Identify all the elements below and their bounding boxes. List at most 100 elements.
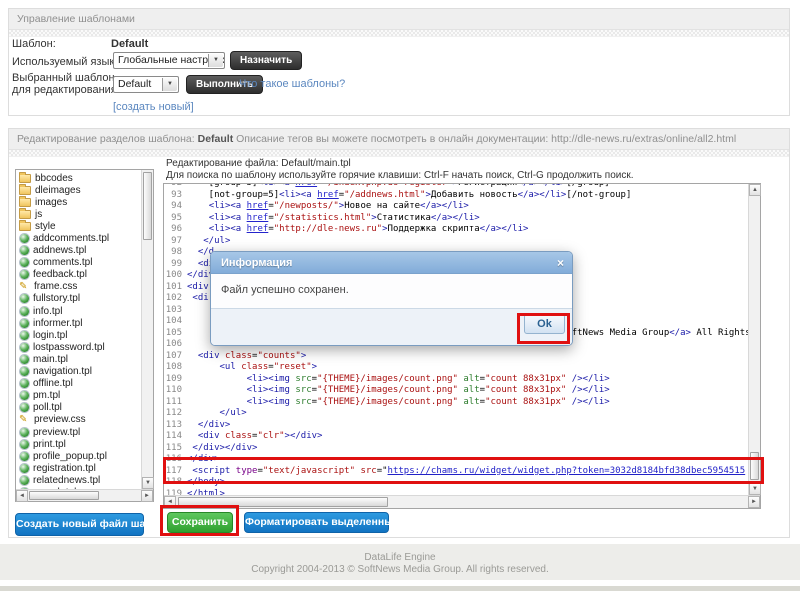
code-line[interactable]: 112 </ul> — [164, 408, 748, 420]
file-item[interactable]: relatednews.tpl — [19, 474, 141, 486]
selected-template-select[interactable]: Default ▼ — [113, 76, 179, 93]
scroll-left-icon[interactable]: ◄ — [164, 496, 176, 508]
file-name: pm.tpl — [33, 390, 60, 401]
code-line[interactable]: 115 </div></div> — [164, 443, 748, 455]
code-line[interactable]: 108 <ul class="reset"> — [164, 362, 748, 374]
file-list-vertical-scrollbar[interactable]: ▼ — [141, 170, 153, 489]
format-selected-code-button[interactable]: Форматировать выделенный код — [244, 512, 389, 533]
code-line[interactable]: 94 <li><a href="/newposts/">Новое на сай… — [164, 201, 748, 213]
save-button[interactable]: Сохранить — [167, 512, 233, 533]
scrollbar-thumb[interactable] — [143, 172, 152, 240]
line-number: 116 — [164, 454, 182, 466]
scroll-down-icon[interactable]: ▼ — [749, 483, 761, 495]
editor-horizontal-scrollbar[interactable]: ◄ ► — [164, 495, 760, 508]
scroll-right-icon[interactable]: ► — [141, 490, 153, 502]
orb-icon — [20, 319, 29, 328]
file-item[interactable]: pm.tpl — [19, 390, 141, 402]
orb-icon — [20, 464, 29, 473]
scroll-right-icon[interactable]: ► — [748, 496, 760, 508]
orb-icon — [20, 246, 29, 255]
code-line[interactable]: 93 [not-group=5]<li><a href="/addnews.ht… — [164, 190, 748, 202]
file-item[interactable]: info.tpl — [19, 305, 141, 317]
orb-icon — [20, 391, 29, 400]
code-line[interactable]: 117 <script type="text/javascript" src="… — [164, 466, 748, 478]
file-item[interactable]: login.tpl — [19, 329, 141, 341]
code-editor[interactable]: 92 [group=5]<li><a href="/index.php?do=r… — [163, 183, 761, 509]
file-item[interactable]: main.tpl — [19, 353, 141, 365]
line-number: 105 — [164, 328, 182, 340]
file-name: poll.tpl — [33, 402, 62, 413]
code-line[interactable]: 118</body> — [164, 477, 748, 489]
line-number: 103 — [164, 305, 182, 317]
code-line[interactable]: 110 <li><img src="{THEME}/images/count.p… — [164, 385, 748, 397]
file-item[interactable]: print.tpl — [19, 438, 141, 450]
what-are-templates-link[interactable]: Что такое шаблоны? — [239, 78, 345, 90]
file-item[interactable]: dleimages — [19, 184, 141, 196]
orb-icon — [20, 367, 29, 376]
code-line[interactable]: 111 <li><img src="{THEME}/images/count.p… — [164, 397, 748, 409]
code-line[interactable]: 96 <li><a href="http://dle-news.ru">Подд… — [164, 224, 748, 236]
orb-icon — [20, 294, 29, 303]
scrollbar-thumb[interactable] — [29, 491, 99, 500]
line-number: 100 — [164, 270, 182, 282]
file-item[interactable]: style — [19, 220, 141, 232]
scroll-down-icon[interactable]: ▼ — [142, 477, 154, 489]
file-item[interactable]: fullstory.tpl — [19, 293, 141, 305]
language-select[interactable]: Глобальные настройки ▼ — [113, 52, 225, 69]
file-item[interactable]: lostpassword.tpl — [19, 341, 141, 353]
file-item[interactable]: ✎frame.css — [19, 281, 141, 293]
scroll-up-icon[interactable]: ▲ — [749, 184, 761, 196]
code-line[interactable]: 113 </div> — [164, 420, 748, 432]
line-number: 98 — [164, 247, 182, 259]
folder-icon — [19, 174, 31, 183]
file-item[interactable]: images — [19, 196, 141, 208]
folder-icon — [19, 222, 31, 231]
code-text: <li><img src="{THEME}/images/count.png" … — [187, 374, 610, 386]
ok-button[interactable]: Ok — [524, 314, 565, 334]
page-footer: DataLife Engine Copyright 2004-2013 © So… — [0, 544, 800, 580]
file-item[interactable]: registration.tpl — [19, 462, 141, 474]
editor-vertical-scrollbar[interactable]: ▲ ▼ — [748, 184, 760, 495]
file-item[interactable]: addnews.tpl — [19, 245, 141, 257]
line-number: 112 — [164, 408, 182, 420]
code-line[interactable]: 109 <li><img src="{THEME}/images/count.p… — [164, 374, 748, 386]
file-name: dleimages — [35, 185, 81, 196]
scroll-left-icon[interactable]: ◄ — [16, 490, 28, 502]
scrollbar-thumb[interactable] — [178, 497, 388, 507]
orb-icon — [20, 234, 29, 243]
code-text: <ul class="reset"> — [187, 362, 317, 374]
chevron-down-icon[interactable]: ▼ — [162, 78, 177, 91]
code-line[interactable]: 114 <div class="clr"></div> — [164, 431, 748, 443]
file-item[interactable]: offline.tpl — [19, 378, 141, 390]
line-number: 111 — [164, 397, 182, 409]
file-item[interactable]: profile_popup.tpl — [19, 450, 141, 462]
chevron-down-icon[interactable]: ▼ — [208, 54, 223, 67]
file-item[interactable]: addcomments.tpl — [19, 232, 141, 244]
file-item[interactable]: preview.tpl — [19, 426, 141, 438]
close-icon[interactable]: × — [557, 252, 564, 274]
create-template-file-button[interactable]: Создать новый файл шаблона — [15, 513, 144, 536]
file-item[interactable]: comments.tpl — [19, 257, 141, 269]
file-item[interactable]: feedback.tpl — [19, 269, 141, 281]
dialog-title-bar[interactable]: Информация × — [211, 252, 572, 274]
code-line[interactable]: 97 </ul> — [164, 236, 748, 248]
file-item[interactable]: informer.tpl — [19, 317, 141, 329]
file-item[interactable]: poll.tpl — [19, 402, 141, 414]
file-item[interactable]: ✎preview.css — [19, 414, 141, 426]
line-number: 94 — [164, 201, 182, 213]
file-list-horizontal-scrollbar[interactable]: ◄ ► — [16, 489, 153, 501]
file-item[interactable]: bbcodes — [19, 172, 141, 184]
code-line[interactable]: 95 <li><a href="/statistics.html">Статис… — [164, 213, 748, 225]
line-number: 107 — [164, 351, 182, 363]
code-line[interactable]: 107 <div class="counts"> — [164, 351, 748, 363]
create-new-link[interactable]: [создать новый] — [113, 101, 194, 113]
file-item[interactable]: navigation.tpl — [19, 366, 141, 378]
code-line[interactable]: 116</div> — [164, 454, 748, 466]
scrollbar-thumb[interactable] — [750, 452, 759, 480]
language-label: Используемый язык: — [12, 56, 117, 68]
assign-button[interactable]: Назначить — [230, 51, 302, 70]
template-value: Default — [111, 38, 148, 50]
file-item[interactable]: js — [19, 208, 141, 220]
code-text: </div></div> — [187, 443, 257, 455]
line-number: 95 — [164, 213, 182, 225]
